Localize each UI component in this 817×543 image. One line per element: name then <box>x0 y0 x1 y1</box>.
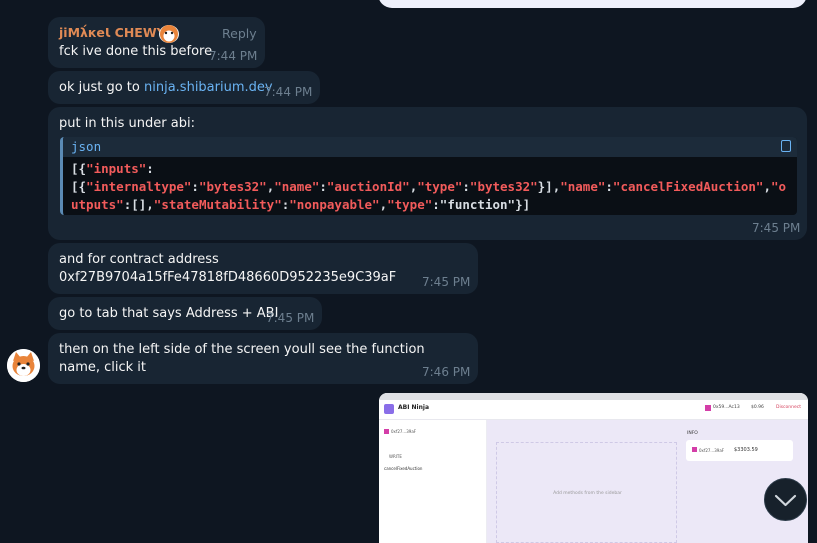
message-bubble[interactable]: and for contract address 0xf27B9704a15fF… <box>48 243 478 294</box>
screenshot-image[interactable]: ABI Ninja 0x59...Ac13 $0.96 Disconnect 0… <box>379 393 808 543</box>
code-content: [{"inputs": [{"internaltype":"bytes32","… <box>71 161 787 212</box>
contract-address: 0xf27B9704a15fFe47818fD48660D952235e9C39… <box>59 270 397 285</box>
message-text: go to tab that says Address + ABI <box>59 306 279 321</box>
code-language-header: json <box>63 137 797 157</box>
ninja-logo-icon <box>384 404 394 414</box>
sender-name[interactable]: jiMλ́кeƖ CHEWY <box>59 25 166 40</box>
info-label: INFO <box>687 431 698 436</box>
message-bubble[interactable]: ok just go to ninja.shibarium.dev 7:44 P… <box>48 71 320 104</box>
chevron-down-icon <box>774 494 797 507</box>
shiba-emoji-icon <box>159 25 179 43</box>
message-bubble[interactable]: jiMλ́кeƖ CHEWY Reply fck ive done this b… <box>48 17 265 68</box>
message-text-prefix: ok just go to <box>59 80 144 95</box>
message-text-line1: and for contract address <box>59 252 219 267</box>
code-language: json <box>71 139 102 154</box>
copy-icon[interactable] <box>781 140 791 152</box>
message-text: then on the left side of the screen youl… <box>59 342 425 375</box>
sidebar-address: 0xf27...39aF <box>391 429 417 434</box>
message-link[interactable]: ninja.shibarium.dev <box>144 80 273 95</box>
screenshot-main: Add methods from the sidebar INFO 0xf27.… <box>487 420 808 543</box>
sidebar-section: WRITE <box>389 454 402 459</box>
message-time: 7:45 PM <box>422 275 471 289</box>
info-card: 0xf27...39aF $3303.59 <box>686 440 793 461</box>
avatar[interactable] <box>7 349 40 382</box>
dropzone-placeholder: Add methods from the sidebar <box>553 491 622 496</box>
message-time: 7:46 PM <box>422 365 471 379</box>
disconnect-link: Disconnect <box>776 405 801 410</box>
message-text: put in this under abi: <box>59 116 195 131</box>
wallet-icon <box>705 405 711 411</box>
reply-button[interactable]: Reply <box>222 26 257 41</box>
wallet-balance: $0.96 <box>751 405 764 410</box>
browser-tabbar <box>379 393 808 400</box>
outgoing-message-bubble <box>378 0 807 8</box>
message-time: 7:44 PM <box>209 49 258 63</box>
wallet-address: 0x59...Ac13 <box>713 405 740 410</box>
message-bubble[interactable]: go to tab that says Address + ABI 7:45 P… <box>48 297 322 330</box>
app-header: ABI Ninja 0x59...Ac13 $0.96 Disconnect <box>379 400 808 420</box>
shiba-avatar-icon <box>7 349 40 382</box>
scroll-down-button[interactable] <box>764 478 807 521</box>
message-text: fck ive done this before <box>59 44 213 59</box>
info-address: 0xf27...39aF <box>699 448 725 453</box>
sidebar-function: cancelFixedAuction <box>384 466 423 471</box>
methods-dropzone: Add methods from the sidebar <box>496 442 677 543</box>
message-time: 7:44 PM <box>264 85 313 99</box>
screenshot-sidebar: 0xf27...39aF WRITE cancelFixedAuction <box>379 420 487 543</box>
message-time: 7:45 PM <box>266 311 315 325</box>
message-bubble[interactable]: then on the left side of the screen youl… <box>48 333 478 384</box>
info-value: $3303.59 <box>734 447 758 453</box>
app-brand: ABI Ninja <box>398 404 429 411</box>
info-contract-icon <box>692 447 697 452</box>
message-time: 7:45 PM <box>752 221 801 235</box>
contract-icon <box>384 429 389 434</box>
code-block[interactable]: json [{"inputs": [{"internaltype":"bytes… <box>60 137 797 215</box>
message-text: ok just go to ninja.shibarium.dev <box>59 79 273 97</box>
